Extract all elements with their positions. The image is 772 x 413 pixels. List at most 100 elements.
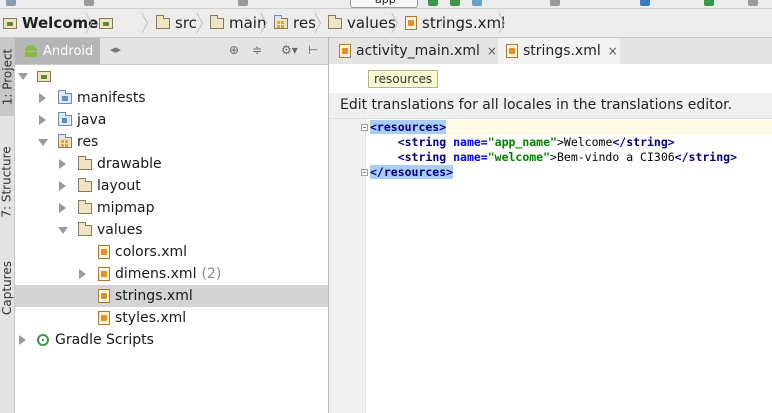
resources-close-tag: </resources> xyxy=(370,165,454,179)
xml-file-icon xyxy=(339,44,351,58)
toolbar-icon[interactable] xyxy=(6,0,16,6)
tree-label: layout xyxy=(97,178,141,194)
folder-icon xyxy=(58,89,72,104)
main-toolbar: app xyxy=(0,0,772,9)
switch-view-icon[interactable]: ◂▸ xyxy=(110,43,121,56)
toolbar-icon[interactable] xyxy=(550,0,560,6)
close-icon[interactable]: × xyxy=(487,44,497,58)
folder-icon xyxy=(78,177,92,192)
breadcrumb-main[interactable]: main xyxy=(210,9,266,37)
tree-label: drawable xyxy=(97,156,162,172)
breadcrumb-src-label: src xyxy=(175,14,197,32)
expand-arrow-icon[interactable] xyxy=(59,203,66,213)
tree-row-gradle-scripts[interactable]: Gradle Scripts xyxy=(15,329,328,351)
xml-file-icon xyxy=(98,289,110,303)
breadcrumb-res-label: res xyxy=(293,14,316,32)
res-folder-icon xyxy=(274,14,288,29)
run-configuration-label: app xyxy=(375,0,396,7)
tab-project[interactable]: 1: Project xyxy=(0,38,14,116)
tree-row-dimens-xml[interactable]: dimens.xml (2) xyxy=(15,263,328,285)
toolbar-icon[interactable] xyxy=(472,0,482,6)
module-icon xyxy=(37,70,51,82)
folder-icon xyxy=(58,111,72,126)
hide-panel-icon[interactable]: ⊢ xyxy=(308,43,318,57)
tab-strings-xml[interactable]: strings.xml × xyxy=(498,38,620,64)
tool-window-strip: 1: Project 7: Structure Captures xyxy=(0,38,15,413)
xml-file-icon xyxy=(98,311,110,325)
tree-row-java[interactable]: java xyxy=(15,109,328,131)
android-icon xyxy=(24,45,38,57)
tree-row-colors-xml[interactable]: colors.xml xyxy=(15,241,328,263)
tree-label: mipmap xyxy=(97,200,155,216)
string-value: Welcome xyxy=(563,135,613,149)
collapse-all-icon[interactable]: ≑ xyxy=(252,43,262,57)
tree-row-styles-xml[interactable]: styles.xml xyxy=(15,307,328,329)
translations-notice[interactable]: Edit translations for all locales in the… xyxy=(340,97,732,113)
module-icon xyxy=(3,17,17,29)
name-attribute: name= xyxy=(446,135,488,149)
tab-captures-label: Captures xyxy=(0,261,14,315)
settings-gear-icon[interactable]: ⚙▾ xyxy=(281,43,298,57)
resources-open-tag: <resources> xyxy=(370,120,447,134)
project-view-selector[interactable]: Android xyxy=(15,38,100,64)
xml-breadcrumb-tag[interactable]: resources xyxy=(368,70,439,88)
expand-arrow-icon[interactable] xyxy=(39,115,46,125)
close-icon[interactable]: × xyxy=(608,44,618,58)
string-open-tag: <string xyxy=(397,135,447,149)
tab-captures[interactable]: Captures xyxy=(0,248,14,328)
xml-file-icon xyxy=(98,245,110,259)
breadcrumb-values-label: values xyxy=(347,14,396,32)
fold-marker-icon[interactable] xyxy=(361,124,368,131)
breadcrumb-app[interactable] xyxy=(99,9,118,37)
code-line-4[interactable]: </resources> xyxy=(370,165,454,180)
fold-marker-icon[interactable] xyxy=(361,169,368,176)
tree-row-strings-xml[interactable]: strings.xml xyxy=(15,285,328,307)
tab-structure-label: 7: Structure xyxy=(0,146,15,218)
debug-icon[interactable] xyxy=(450,0,460,6)
tree-label: manifests xyxy=(77,90,146,106)
tree-row-drawable[interactable]: drawable xyxy=(15,153,328,175)
string-close-tag: </string xyxy=(674,150,731,164)
expand-arrow-icon[interactable] xyxy=(39,93,46,103)
code-line-3[interactable]: <string name="welcome">Bem-vindo a CI306… xyxy=(370,150,737,165)
tree-row-res[interactable]: res xyxy=(15,131,328,153)
toolbar-icon[interactable] xyxy=(748,0,758,6)
expand-arrow-icon[interactable] xyxy=(58,226,68,234)
tree-row-mipmap[interactable]: mipmap xyxy=(15,197,328,219)
breadcrumb-file[interactable]: strings.xml xyxy=(405,9,505,37)
expand-arrow-icon[interactable] xyxy=(59,159,66,169)
module-icon xyxy=(99,17,113,29)
folder-icon xyxy=(210,14,224,29)
expand-arrow-icon[interactable] xyxy=(79,269,86,279)
editor-gutter[interactable] xyxy=(329,119,365,413)
tree-row-manifests[interactable]: manifests xyxy=(15,87,328,109)
tree-label: dimens.xml xyxy=(115,266,197,282)
toolbar-icon[interactable] xyxy=(704,0,714,6)
tree-label: styles.xml xyxy=(115,310,187,326)
attribute-value: "welcome" xyxy=(487,150,551,164)
toolbar-icon[interactable] xyxy=(84,0,94,6)
code-line-1[interactable]: <resources> xyxy=(370,120,447,135)
breadcrumb-res[interactable]: res xyxy=(274,9,316,37)
tree-row-module[interactable] xyxy=(15,65,328,87)
tab-structure[interactable]: 7: Structure xyxy=(0,138,14,226)
run-icon[interactable] xyxy=(428,0,438,6)
tree-label: java xyxy=(77,112,107,128)
sdk-manager-icon[interactable] xyxy=(640,0,650,6)
expand-arrow-icon[interactable] xyxy=(19,335,26,345)
expand-arrow-icon[interactable] xyxy=(59,181,66,191)
breadcrumb-src[interactable]: src xyxy=(156,9,197,37)
tab-activity-main-xml[interactable]: activity_main.xml × xyxy=(329,38,497,64)
toolbar-icon[interactable] xyxy=(238,0,248,6)
breadcrumb-values[interactable]: values xyxy=(328,9,396,37)
run-configuration-selector[interactable]: app xyxy=(350,0,418,8)
scroll-from-source-icon[interactable]: ⊕ xyxy=(229,43,239,57)
folder-icon xyxy=(78,155,92,170)
code-line-2[interactable]: <string name="app_name">Welcome</string> xyxy=(370,135,675,150)
tree-row-layout[interactable]: layout xyxy=(15,175,328,197)
tree-row-values[interactable]: values xyxy=(15,219,328,241)
tree-label: res xyxy=(77,134,99,150)
tab-label: strings.xml xyxy=(523,43,601,59)
expand-arrow-icon[interactable] xyxy=(18,72,28,80)
expand-arrow-icon[interactable] xyxy=(38,138,48,146)
